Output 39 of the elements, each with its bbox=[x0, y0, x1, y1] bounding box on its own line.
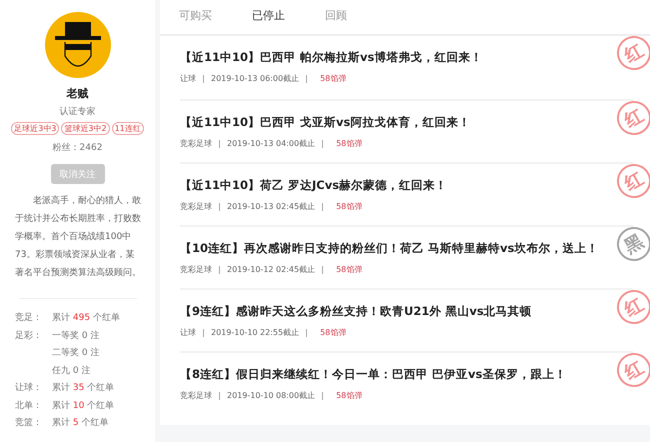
stat-value: 任九 0 注 bbox=[52, 364, 92, 378]
post-price: 58馅弹 bbox=[320, 327, 346, 338]
stat-label: 竞足： bbox=[15, 312, 43, 325]
post-category: 让球 bbox=[180, 73, 196, 84]
stat-label: 竞篮： bbox=[15, 416, 43, 430]
stat-value: 累计 495 个红单 bbox=[52, 312, 121, 325]
post-category: 竞彩足球 bbox=[180, 201, 212, 212]
stat-value: 一等奖 0 注 bbox=[52, 330, 100, 342]
post-price: 58馅弹 bbox=[336, 390, 362, 401]
post-deadline: 2019-10-10 22:55截止 bbox=[211, 327, 300, 338]
stat-value: 二等奖 0 注 bbox=[52, 346, 100, 360]
stat-value: 累计 10 个红单 bbox=[52, 400, 116, 412]
avatar-icon bbox=[44, 12, 110, 78]
post-price: 58馅弹 bbox=[336, 201, 362, 212]
post-deadline: 2019-10-13 02:45截止 bbox=[227, 201, 316, 212]
expert-name: 老贼 bbox=[66, 86, 88, 101]
post-deadline: 2019-10-10 08:00截止 bbox=[227, 390, 316, 401]
stat-label: 北单： bbox=[15, 400, 43, 412]
expert-role: 认证专家 bbox=[60, 106, 96, 118]
post-price: 58馅弹 bbox=[320, 73, 346, 84]
record-badge: 篮球近3中2 bbox=[61, 122, 110, 135]
post-deadline: 2019-10-13 06:00截止 bbox=[211, 73, 300, 84]
stat-label: 让球： bbox=[15, 382, 43, 395]
post-price: 58馅弹 bbox=[336, 138, 362, 149]
post-category: 竞彩足球 bbox=[180, 390, 212, 401]
post-deadline: 2019-10-12 02:45截止 bbox=[227, 264, 316, 275]
stat-label: 足彩： bbox=[15, 330, 43, 342]
record-badge: 11连红 bbox=[112, 122, 144, 135]
post-category: 让球 bbox=[180, 327, 196, 338]
post-price: 58馅弹 bbox=[336, 264, 362, 275]
tab[interactable]: 已停止 bbox=[252, 8, 285, 34]
post-category: 竞彩足球 bbox=[180, 138, 212, 149]
expert-bio: 老派高手，耐心的猎人，敢于统计并公布长期胜率，打败数学概率。首个百场战绩100中73。彩票领域资深从业者，某著名平台预测类算法高级顾问。 bbox=[15, 194, 142, 280]
post-category: 竞彩足球 bbox=[180, 264, 212, 275]
stat-value: 累计 5 个红单 bbox=[52, 416, 110, 430]
record-badge: 足球近3中3 bbox=[11, 122, 60, 135]
post-deadline: 2019-10-13 04:00截止 bbox=[227, 138, 316, 149]
fans-count: 粉丝：2462 bbox=[52, 142, 102, 154]
stat-value: 累计 35 个红单 bbox=[52, 382, 116, 395]
